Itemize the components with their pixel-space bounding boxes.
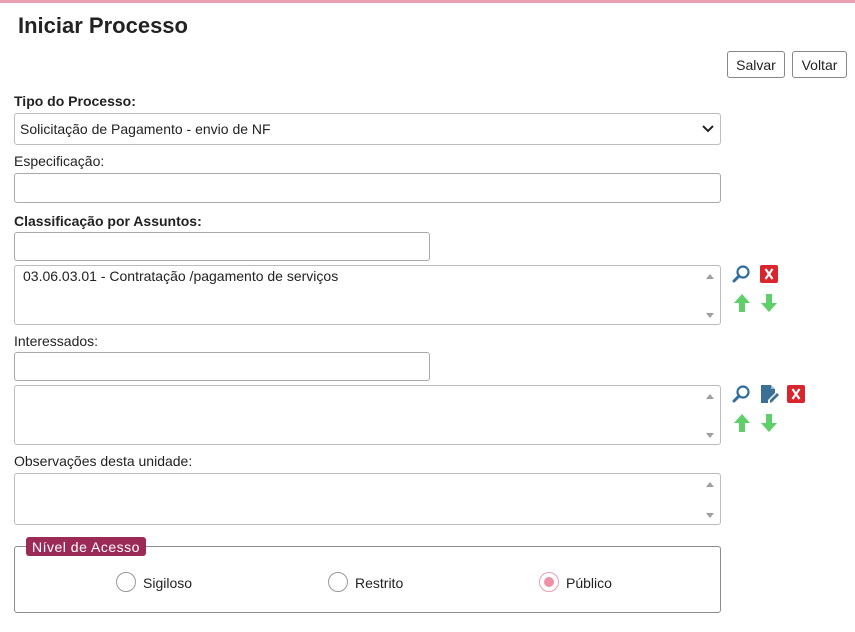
observacoes-label: Observações desta unidade:	[14, 453, 193, 469]
remove-icon[interactable]	[786, 384, 806, 404]
scroll-up-arrow[interactable]	[706, 482, 714, 487]
tipo-processo-select[interactable]: Solicitação de Pagamento - envio de NF	[14, 113, 721, 145]
tipo-processo-label: Tipo do Processo:	[14, 93, 136, 109]
scroll-down-arrow[interactable]	[706, 513, 714, 518]
edit-icon[interactable]	[759, 384, 779, 404]
interessados-label: Interessados:	[14, 333, 99, 349]
radio-publico-label[interactable]: Público	[566, 575, 612, 591]
classificacao-search-input[interactable]	[14, 232, 430, 261]
nivel-acesso-legend: Nível de Acesso	[26, 537, 146, 556]
scroll-down-arrow[interactable]	[706, 313, 714, 318]
top-accent-bar	[0, 0, 855, 3]
especificacao-input[interactable]	[14, 173, 721, 203]
interessados-listbox[interactable]	[14, 385, 721, 445]
observacoes-textarea[interactable]	[14, 473, 721, 525]
radio-restrito-label[interactable]: Restrito	[355, 575, 403, 591]
back-button-label: Voltar	[801, 56, 838, 73]
scroll-up-arrow[interactable]	[706, 394, 714, 399]
move-down-icon[interactable]	[759, 293, 779, 313]
classificacao-label: Classificação por Assuntos:	[14, 213, 202, 229]
tipo-processo-selected: Solicitação de Pagamento - envio de NF	[20, 121, 271, 137]
chevron-down-icon	[702, 125, 714, 133]
move-up-icon[interactable]	[732, 293, 752, 313]
search-icon[interactable]	[732, 264, 752, 284]
scroll-down-arrow[interactable]	[706, 433, 714, 438]
page-title: Iniciar Processo	[18, 13, 188, 38]
save-button[interactable]: Salvar	[727, 51, 785, 78]
classificacao-listbox[interactable]: 03.06.03.01 - Contratação /pagamento de …	[14, 265, 721, 325]
back-button[interactable]: Voltar	[792, 51, 847, 78]
list-item[interactable]: 03.06.03.01 - Contratação /pagamento de …	[23, 268, 338, 284]
save-button-label: Salvar	[736, 56, 776, 73]
especificacao-label: Especificação:	[14, 153, 105, 169]
radio-sigiloso-label[interactable]: Sigiloso	[143, 575, 192, 591]
search-icon[interactable]	[732, 384, 752, 404]
scroll-up-arrow[interactable]	[706, 274, 714, 279]
radio-publico[interactable]	[539, 572, 559, 592]
interessados-search-input[interactable]	[14, 352, 430, 381]
remove-icon[interactable]	[759, 264, 779, 284]
move-up-icon[interactable]	[732, 413, 752, 433]
move-down-icon[interactable]	[759, 413, 779, 433]
radio-restrito[interactable]	[328, 572, 348, 592]
radio-sigiloso[interactable]	[116, 572, 136, 592]
